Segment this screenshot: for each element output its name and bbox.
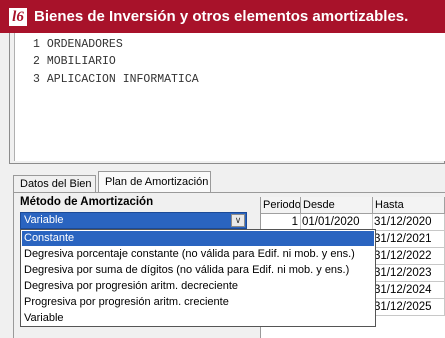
tab-plan-de-amortizacion[interactable]: Plan de Amortización: [98, 171, 211, 192]
metodo-label: Método de Amortización: [20, 196, 154, 208]
app-logo-icon: l6: [9, 8, 27, 26]
dropdown-option[interactable]: Degresiva por suma de dígitos (no válida…: [22, 263, 374, 278]
column-header-periodo[interactable]: Periodo: [261, 197, 301, 214]
chevron-down-icon[interactable]: ∨: [231, 214, 245, 227]
dropdown-option[interactable]: Degresiva porcentaje constante (no válid…: [22, 247, 374, 262]
list-item[interactable]: 1 ORDENADORES: [33, 38, 123, 51]
title-bar: l6 Bienes de Inversión y otros elementos…: [0, 0, 445, 33]
metodo-select[interactable]: Variable ∨: [20, 212, 247, 229]
list-item[interactable]: 2 MOBILIARIO: [33, 55, 116, 68]
elements-list[interactable]: 1 ORDENADORES 2 MOBILIARIO 3 APLICACION …: [14, 33, 445, 161]
metodo-dropdown-list[interactable]: Constante Degresiva porcentaje constante…: [20, 229, 376, 327]
column-header-hasta[interactable]: Hasta: [373, 197, 445, 214]
tab-datos-del-bien[interactable]: Datos del Bien: [13, 175, 96, 192]
table-cell-hasta[interactable]: 31/12/2024: [373, 282, 445, 299]
table-cell-hasta[interactable]: 31/12/2023: [373, 265, 445, 282]
dropdown-option[interactable]: Progresiva por progresión aritm. crecien…: [22, 295, 374, 310]
table-cell-hasta[interactable]: 31/12/2021: [373, 231, 445, 248]
table-cell-hasta[interactable]: 31/12/2025: [373, 299, 445, 316]
window-title: Bienes de Inversión y otros elementos am…: [34, 8, 409, 25]
table-cell-hasta[interactable]: 31/12/2020: [373, 214, 445, 231]
list-item[interactable]: 3 APLICACION INFORMATICA: [33, 73, 199, 86]
dropdown-option[interactable]: Variable: [22, 311, 374, 326]
table-cell-hasta[interactable]: 31/12/2022: [373, 248, 445, 265]
metodo-selected-value: Variable: [24, 214, 64, 226]
column-header-desde[interactable]: Desde: [301, 197, 373, 214]
dropdown-option[interactable]: Degresiva por progresión aritm. decrecie…: [22, 279, 374, 294]
dropdown-option[interactable]: Constante: [22, 231, 374, 246]
